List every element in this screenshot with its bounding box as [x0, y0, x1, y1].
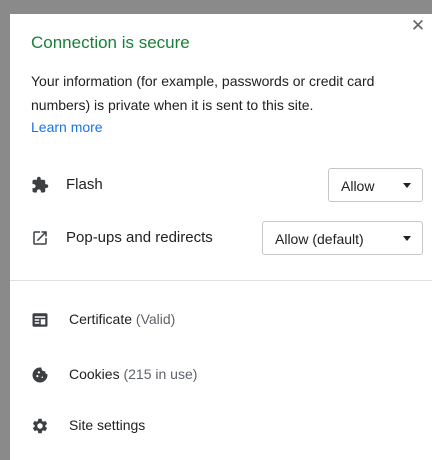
flash-permission-select[interactable]: Allow [328, 168, 423, 202]
cookie-icon [32, 367, 48, 383]
connection-description: Your information (for example, passwords… [31, 73, 375, 113]
permission-label-popups: Pop-ups and redirects [66, 229, 213, 246]
permission-row-flash: Flash Allow [31, 168, 423, 202]
certificate-status[interactable]: (Valid) [136, 311, 175, 327]
popups-permission-select[interactable]: Allow (default) [262, 221, 423, 255]
section-divider [10, 280, 432, 281]
flash-permission-value[interactable]: Allow [341, 178, 374, 194]
cookies-count[interactable]: (215 in use) [123, 366, 197, 382]
certificate-icon [32, 313, 48, 327]
permission-label-flash: Flash [66, 176, 103, 193]
chevron-down-icon[interactable] [403, 236, 411, 241]
close-icon[interactable]: ✕ [411, 16, 425, 35]
cookies-title[interactable]: Cookies [69, 366, 120, 382]
site-settings-row[interactable]: Site settings [31, 414, 411, 438]
puzzle-icon [32, 176, 49, 193]
close-button[interactable]: ✕ [410, 16, 426, 35]
cookies-label[interactable]: Cookies (215 in use) [69, 366, 197, 382]
permission-row-popups: Pop-ups and redirects Allow (default) [31, 221, 423, 255]
certificate-title[interactable]: Certificate [69, 311, 132, 327]
cookies-row[interactable]: Cookies (215 in use) [31, 363, 411, 387]
site-settings-label[interactable]: Site settings [69, 417, 145, 433]
certificate-label[interactable]: Certificate (Valid) [69, 311, 175, 327]
popups-permission-value[interactable]: Allow (default) [275, 231, 364, 247]
connection-status-title: Connection is secure [31, 33, 190, 52]
learn-more-link[interactable]: Learn more [31, 119, 103, 135]
open-external-icon [33, 231, 47, 245]
site-info-popup: ✕ Connection is secure Your information … [10, 14, 432, 460]
gear-icon [32, 418, 48, 434]
certificate-row[interactable]: Certificate (Valid) [31, 308, 411, 332]
chevron-down-icon[interactable] [403, 183, 411, 188]
